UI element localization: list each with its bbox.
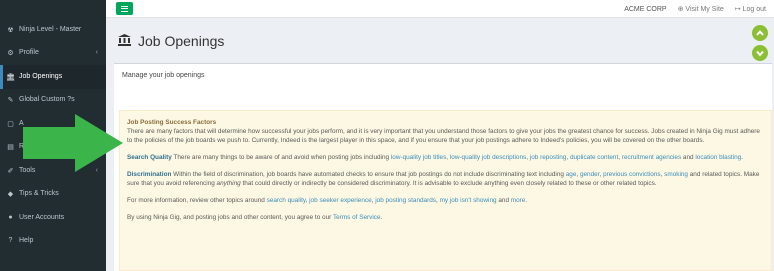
link-terms-of-service[interactable]: Terms of Service bbox=[333, 214, 381, 221]
green-arrow-icon bbox=[23, 114, 123, 172]
help-icon: ? bbox=[8, 237, 13, 245]
link-gender[interactable]: gender bbox=[580, 171, 600, 178]
edit-icon: ✎ bbox=[7, 96, 14, 104]
sidebar-item-profile[interactable]: ⚙ Profile ‹ bbox=[0, 41, 106, 65]
link-job-seeker-experience[interactable]: job seeker experience bbox=[309, 197, 372, 204]
link-search-quality[interactable]: search quality bbox=[267, 197, 306, 204]
sidebar-toggle-button[interactable] bbox=[116, 2, 133, 15]
search-quality-title: Search Quality bbox=[127, 154, 172, 161]
job-posting-tips-callout: Job Posting Success Factors There are ma… bbox=[119, 110, 772, 271]
sidebar-item-ninja-level-master[interactable]: ☢ Ninja Level - Master bbox=[0, 18, 106, 42]
sidebar-item-help[interactable]: ? Help bbox=[0, 229, 106, 253]
wrench-icon: ✐ bbox=[7, 167, 14, 175]
dashboard-icon: ☢ bbox=[7, 26, 14, 34]
link-low-quality-job-titles[interactable]: low-quality job titles bbox=[391, 154, 446, 161]
sidebar-item-tips-tricks[interactable]: ◆ Tips & Tricks bbox=[0, 182, 106, 206]
visit-site-link[interactable]: ⊕ Visit My Site bbox=[678, 5, 724, 13]
chevron-up-icon bbox=[756, 29, 764, 36]
link-location-blasting[interactable]: location blasting bbox=[695, 154, 741, 161]
sidebar-item-global-custom-s[interactable]: ✎ Global Custom ?s bbox=[0, 88, 106, 112]
sidebar-item-label: Global Custom ?s bbox=[19, 96, 75, 104]
link-my-job-isnt-showing[interactable]: my job isn't showing bbox=[440, 197, 497, 204]
tags-icon: ◆ bbox=[7, 190, 14, 198]
scroll-down-button[interactable] bbox=[752, 45, 768, 61]
link-smoking[interactable]: smoking bbox=[664, 171, 688, 178]
sidebar-item-label: Profile bbox=[19, 49, 39, 57]
link-low-quality-job-descriptions[interactable]: low-quality job descriptions bbox=[450, 154, 526, 161]
bank-icon bbox=[118, 33, 131, 49]
chevron-down-icon bbox=[756, 50, 764, 57]
sidebar-item-label: User Accounts bbox=[19, 214, 65, 222]
folder-icon: ▢ bbox=[7, 120, 14, 128]
globe-icon: ⊕ bbox=[677, 6, 684, 13]
search-quality-paragraph: Search Quality There are many things to … bbox=[127, 154, 743, 161]
sidebar-item-label: Help bbox=[19, 237, 34, 245]
link-more[interactable]: more bbox=[511, 197, 526, 204]
chevron-left-icon: ‹ bbox=[95, 49, 98, 57]
hamburger-icon bbox=[121, 5, 128, 7]
box-header: Manage your job openings bbox=[114, 63, 772, 88]
link-previous-convictions[interactable]: previous convictions bbox=[603, 171, 661, 178]
terms-paragraph: By using Ninja Gig, and posting jobs and… bbox=[127, 214, 383, 221]
discrimination-title: Discrimination bbox=[127, 171, 172, 178]
link-job-posting-standards[interactable]: job posting standards bbox=[375, 197, 436, 204]
success-factors-title: Job Posting Success Factors bbox=[127, 119, 217, 126]
sidebar-item-label: Ninja Level - Master bbox=[19, 26, 82, 34]
top-navbar: ACME CORP ⊕ Visit My Site ↦ Log out bbox=[106, 0, 774, 18]
cogs-icon: ⚙ bbox=[7, 49, 14, 57]
sidebar-item-user-accounts[interactable]: ● User Accounts bbox=[0, 206, 106, 230]
link-job-reposting[interactable]: job reposting bbox=[530, 154, 567, 161]
success-factors-text: There are many factors that will determi… bbox=[127, 128, 760, 144]
sidebar-item-label: Job Openings bbox=[19, 73, 63, 81]
bank-icon: 🏛 bbox=[6, 73, 15, 81]
company-name: ACME CORP bbox=[624, 5, 667, 13]
chart-icon: ▤ bbox=[7, 143, 14, 151]
sign-out-icon: ↦ bbox=[734, 6, 741, 13]
link-duplicate-content[interactable]: duplicate content bbox=[570, 154, 618, 161]
page-title: Job Openings bbox=[118, 33, 224, 49]
sidebar-item-label: Tips & Tricks bbox=[19, 190, 59, 198]
user-icon: ● bbox=[8, 214, 13, 222]
more-info-paragraph: For more information, review other topic… bbox=[127, 197, 528, 204]
sidebar-item-job-openings[interactable]: 🏛 Job Openings bbox=[0, 65, 106, 89]
box-subtitle: Manage your job openings bbox=[122, 72, 205, 79]
discrimination-paragraph: Discrimination Within the field of discr… bbox=[127, 171, 760, 187]
logout-link[interactable]: ↦ Log out bbox=[735, 5, 766, 13]
success-factors-paragraph: Job Posting Success Factors There are ma… bbox=[127, 118, 764, 145]
link-age[interactable]: age bbox=[566, 171, 577, 178]
link-recruitment-agencies[interactable]: recruitment agencies bbox=[622, 154, 681, 161]
scroll-up-button[interactable] bbox=[752, 25, 768, 41]
